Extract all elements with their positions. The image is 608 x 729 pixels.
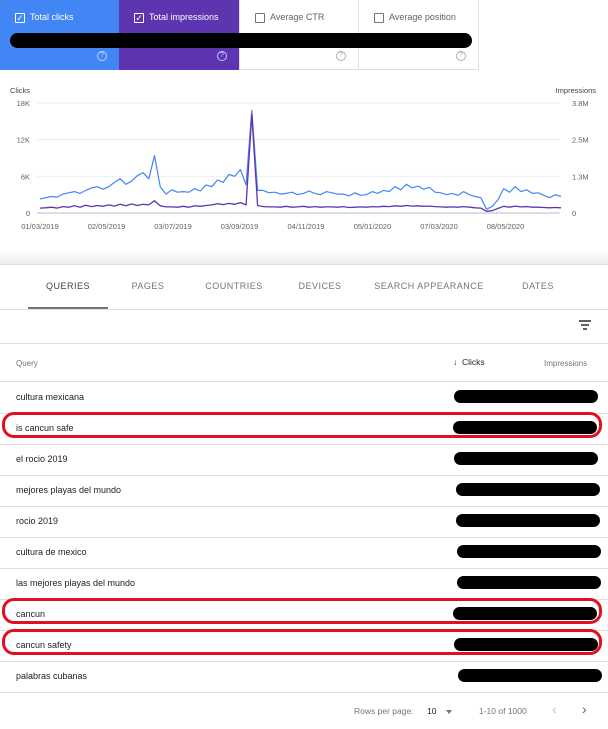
filter-icon[interactable] bbox=[579, 320, 591, 330]
checkbox-unchecked-icon[interactable] bbox=[374, 13, 384, 23]
redacted-values bbox=[456, 514, 600, 527]
tab-countries[interactable]: COUNTRIES bbox=[196, 265, 272, 307]
y-tick-label-right: 3.8M bbox=[572, 99, 589, 108]
performance-chart: Clicks Impressions 18K 3.8M 12K 2.5M 6K 1.3M 0… bbox=[0, 80, 608, 250]
tab-queries[interactable]: QUERIES bbox=[28, 265, 108, 309]
x-tick-label: 03/09/2019 bbox=[221, 222, 259, 231]
y-tick-label-right: 1.3M bbox=[572, 172, 589, 181]
column-header-query[interactable]: Query bbox=[16, 359, 38, 368]
tab-pages[interactable]: PAGES bbox=[114, 265, 182, 307]
metric-label: Total impressions bbox=[149, 12, 219, 22]
column-header-clicks[interactable]: ↓ Clicks bbox=[453, 357, 485, 367]
table-header: Query ↓ Clicks Impressions bbox=[0, 344, 608, 382]
redaction-bar bbox=[10, 33, 472, 48]
table-row[interactable]: el rocio 2019 bbox=[0, 444, 608, 476]
tab-devices[interactable]: DEVICES bbox=[288, 265, 352, 307]
column-header-clicks-label: Clicks bbox=[461, 357, 485, 367]
x-tick-label: 07/03/2020 bbox=[420, 222, 458, 231]
x-tick-label: 05/01/2020 bbox=[354, 222, 392, 231]
pagination: Rows per page: 10 1-10 of 1000 ‹ › bbox=[0, 693, 608, 729]
help-icon[interactable]: ? bbox=[456, 51, 466, 61]
redacted-values bbox=[457, 545, 601, 558]
metric-label: Average CTR bbox=[270, 12, 325, 22]
x-tick-label: 08/05/2020 bbox=[487, 222, 525, 231]
x-tick-label: 04/11/2019 bbox=[288, 222, 325, 231]
highlight-outline bbox=[2, 629, 602, 655]
chart-svg: Clicks Impressions 18K 3.8M 12K 2.5M 6K 1.3M 0… bbox=[10, 86, 597, 231]
y-tick-label-right: 2.5M bbox=[572, 136, 589, 145]
chevron-right-icon[interactable]: › bbox=[582, 702, 587, 716]
highlight-outline bbox=[2, 412, 602, 438]
series-line-impressions bbox=[39, 113, 562, 212]
checkbox-checked-icon[interactable]: ✓ bbox=[134, 13, 144, 23]
redacted-values bbox=[457, 576, 601, 589]
y-tick-label-right: 0 bbox=[572, 209, 576, 218]
query-text: las mejores playas del mundo bbox=[16, 578, 136, 588]
chevron-left-icon[interactable]: ‹ bbox=[552, 702, 557, 716]
tab-dates[interactable]: DATES bbox=[508, 265, 568, 307]
highlight-outline bbox=[2, 598, 602, 624]
table-row[interactable]: cultura de mexico bbox=[0, 537, 608, 569]
help-icon[interactable]: ? bbox=[217, 51, 227, 61]
y-tick-label-left: 0 bbox=[26, 209, 30, 218]
metric-label: Total clicks bbox=[30, 12, 74, 22]
page-range: 1-10 of 1000 bbox=[479, 706, 527, 716]
query-text: el rocio 2019 bbox=[16, 454, 68, 464]
y-axis-label-left: Clicks bbox=[10, 86, 30, 95]
section-divider bbox=[0, 250, 608, 265]
help-icon[interactable]: ? bbox=[97, 51, 107, 61]
redacted-values bbox=[454, 390, 598, 403]
column-header-impressions[interactable]: Impressions bbox=[544, 359, 587, 368]
checkbox-unchecked-icon[interactable] bbox=[255, 13, 265, 23]
help-icon[interactable]: ? bbox=[336, 51, 346, 61]
table-row[interactable]: las mejores playas del mundo bbox=[0, 568, 608, 600]
metric-cards: ✓ Total clicks ? ✓ Total impressions ? A… bbox=[0, 0, 608, 70]
x-tick-label: 01/03/2019 bbox=[21, 222, 59, 231]
metric-label: Average position bbox=[389, 12, 456, 22]
tab-search-appearance[interactable]: SEARCH APPEARANCE bbox=[368, 265, 490, 307]
table-row[interactable]: palabras cubanas bbox=[0, 661, 608, 693]
query-text: cultura de mexico bbox=[16, 547, 87, 557]
x-tick-label: 02/05/2019 bbox=[88, 222, 126, 231]
query-text: cultura mexicana bbox=[16, 392, 85, 402]
report-tabs: QUERIES PAGES COUNTRIES DEVICES SEARCH A… bbox=[0, 265, 608, 310]
checkbox-checked-icon[interactable]: ✓ bbox=[15, 13, 25, 23]
x-tick-label: 03/07/2019 bbox=[154, 222, 192, 231]
rows-per-page-select[interactable]: 10 bbox=[427, 706, 436, 716]
table-row[interactable]: cultura mexicana bbox=[0, 382, 608, 414]
y-axis-label-right: Impressions bbox=[556, 86, 597, 95]
rows-per-page-label: Rows per page: bbox=[354, 706, 414, 716]
redacted-values bbox=[456, 483, 600, 496]
table-toolbar bbox=[0, 309, 608, 344]
query-text: palabras cubanas bbox=[16, 671, 88, 681]
y-tick-label-left: 6K bbox=[21, 172, 30, 181]
redacted-values bbox=[458, 669, 602, 682]
table-row[interactable]: rocio 2019 bbox=[0, 506, 608, 538]
series-line-clicks bbox=[39, 109, 562, 210]
sort-down-arrow-icon: ↓ bbox=[453, 357, 458, 367]
y-tick-label-left: 18K bbox=[17, 99, 30, 108]
table-row[interactable]: mejores playas del mundo bbox=[0, 475, 608, 507]
query-text: rocio 2019 bbox=[16, 516, 59, 526]
y-tick-label-left: 12K bbox=[17, 136, 30, 145]
redacted-values bbox=[454, 452, 598, 465]
query-text: mejores playas del mundo bbox=[16, 485, 122, 495]
dropdown-arrow-icon[interactable] bbox=[446, 710, 452, 714]
